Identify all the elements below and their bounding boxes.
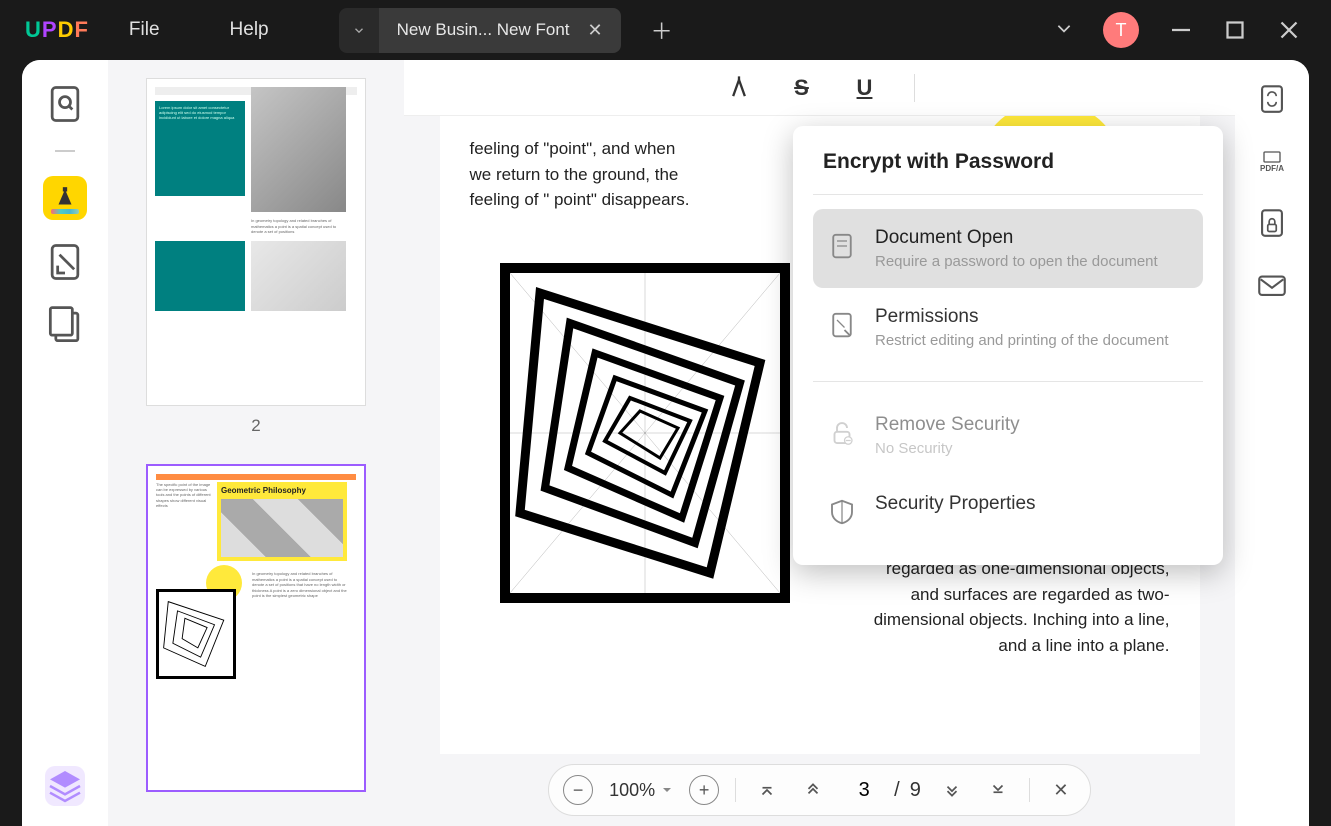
remove-security-option: Remove Security No Security	[813, 396, 1203, 475]
current-page-input[interactable]	[844, 779, 884, 802]
minimize-button[interactable]	[1169, 18, 1193, 42]
thumb-heading: Geometric Philosophy	[221, 486, 343, 495]
security-properties-option[interactable]: Security Properties	[813, 475, 1203, 545]
option-title: Permissions	[875, 306, 1169, 328]
option-title: Remove Security	[875, 414, 1020, 436]
pdfa-icon[interactable]: PDF/A	[1255, 144, 1289, 178]
app-logo: UPDF	[25, 17, 89, 43]
geometric-image	[500, 263, 790, 603]
zoom-level[interactable]: 100%	[609, 780, 673, 801]
tool-sidebar	[22, 60, 108, 826]
highlighter-color-bar	[51, 209, 79, 214]
titlebar: UPDF File Help New Busin... New Font ✕ ＋…	[0, 0, 1331, 60]
underline-icon[interactable]: U	[851, 74, 879, 102]
shield-icon	[827, 497, 857, 527]
tab-group: New Busin... New Font ✕ ＋	[339, 0, 673, 60]
convert-icon[interactable]	[1255, 82, 1289, 116]
document-icon	[827, 231, 857, 261]
thumbnail-content: The specific point of the image can be e…	[148, 466, 364, 689]
separator	[735, 778, 736, 802]
titlebar-right: T	[1055, 12, 1331, 48]
first-page-button[interactable]	[752, 775, 782, 805]
close-controls-button[interactable]: ✕	[1046, 775, 1076, 805]
maximize-button[interactable]	[1223, 18, 1247, 42]
zoom-value: 100%	[609, 780, 655, 801]
doc-text-right: regarded as one-dimensional objects, and…	[870, 556, 1170, 658]
logo-p: P	[42, 17, 58, 42]
unlock-icon	[827, 418, 857, 448]
separator	[55, 150, 75, 152]
separator	[813, 194, 1203, 195]
page-separator: /	[894, 779, 900, 802]
avatar[interactable]: T	[1103, 12, 1139, 48]
menu-help[interactable]: Help	[230, 19, 269, 41]
toolbar-separator	[914, 74, 915, 102]
page-control-bar: − 100% + / 9 ✕	[548, 764, 1091, 816]
lock-document-icon[interactable]	[1255, 206, 1289, 240]
option-subtitle: Restrict editing and printing of the doc…	[875, 332, 1169, 349]
strikethrough-icon[interactable]: S	[788, 74, 816, 102]
edit-tool[interactable]	[43, 240, 87, 284]
logo-u: U	[25, 17, 42, 42]
option-text: Security Properties	[875, 493, 1036, 519]
total-pages: 9	[910, 779, 921, 802]
document-open-option[interactable]: Document Open Require a password to open…	[813, 209, 1203, 288]
encrypt-title: Encrypt with Password	[813, 150, 1203, 174]
option-title: Security Properties	[875, 493, 1036, 515]
option-text: Permissions Restrict editing and printin…	[875, 306, 1169, 349]
zoom-in-button[interactable]: +	[689, 775, 719, 805]
page-controls: − 100% + / 9 ✕	[404, 754, 1235, 826]
option-subtitle: No Security	[875, 440, 1020, 457]
zoom-out-button[interactable]: −	[563, 775, 593, 805]
layers-button[interactable]	[45, 766, 85, 806]
logo-f: F	[74, 17, 88, 42]
menu-file[interactable]: File	[129, 19, 160, 41]
logo-d: D	[58, 17, 75, 42]
thumbnail-content: Lorem ipsum dolor sit amet consectetur a…	[147, 79, 365, 319]
chevron-down-icon[interactable]	[1055, 19, 1073, 42]
option-text: Document Open Require a password to open…	[875, 227, 1158, 270]
window-close-button[interactable]	[1277, 18, 1301, 42]
prev-page-button[interactable]	[798, 775, 828, 805]
doc-text-left: feeling of "point", and when we return t…	[470, 136, 690, 213]
thumbnail-page-2[interactable]: Lorem ipsum dolor sit amet consectetur a…	[146, 78, 366, 406]
option-text: Remove Security No Security	[875, 414, 1020, 457]
workspace: Lorem ipsum dolor sit amet consectetur a…	[22, 60, 1309, 826]
thumbnail-page-3[interactable]: The specific point of the image can be e…	[146, 464, 366, 792]
thumbnail-panel: Lorem ipsum dolor sit amet consectetur a…	[108, 60, 404, 826]
doc-toolbar: S U	[404, 60, 1235, 116]
tab-active[interactable]: New Busin... New Font ✕	[379, 8, 621, 53]
right-sidebar: PDF/A	[1235, 60, 1309, 826]
tab-dropdown[interactable]	[339, 8, 379, 53]
permissions-icon	[827, 310, 857, 340]
close-icon[interactable]: ✕	[588, 20, 603, 41]
permissions-option[interactable]: Permissions Restrict editing and printin…	[813, 288, 1203, 367]
next-page-button[interactable]	[937, 775, 967, 805]
tab-title: New Busin... New Font	[397, 20, 570, 40]
new-tab-button[interactable]: ＋	[651, 14, 673, 46]
pages-tool[interactable]	[43, 304, 87, 348]
option-title: Document Open	[875, 227, 1158, 249]
highlighter-tool[interactable]	[43, 176, 87, 220]
highlighter-icon[interactable]	[725, 74, 753, 102]
mail-icon[interactable]	[1255, 268, 1289, 302]
option-subtitle: Require a password to open the document	[875, 253, 1158, 270]
thumbnail-label-2: 2	[146, 416, 366, 436]
page-indicator: / 9	[844, 779, 921, 802]
separator	[813, 381, 1203, 382]
separator	[1029, 778, 1030, 802]
last-page-button[interactable]	[983, 775, 1013, 805]
encrypt-panel: Encrypt with Password Document Open Requ…	[793, 126, 1223, 565]
pdfa-label: PDF/A	[1260, 164, 1284, 173]
search-tool[interactable]	[43, 82, 87, 126]
